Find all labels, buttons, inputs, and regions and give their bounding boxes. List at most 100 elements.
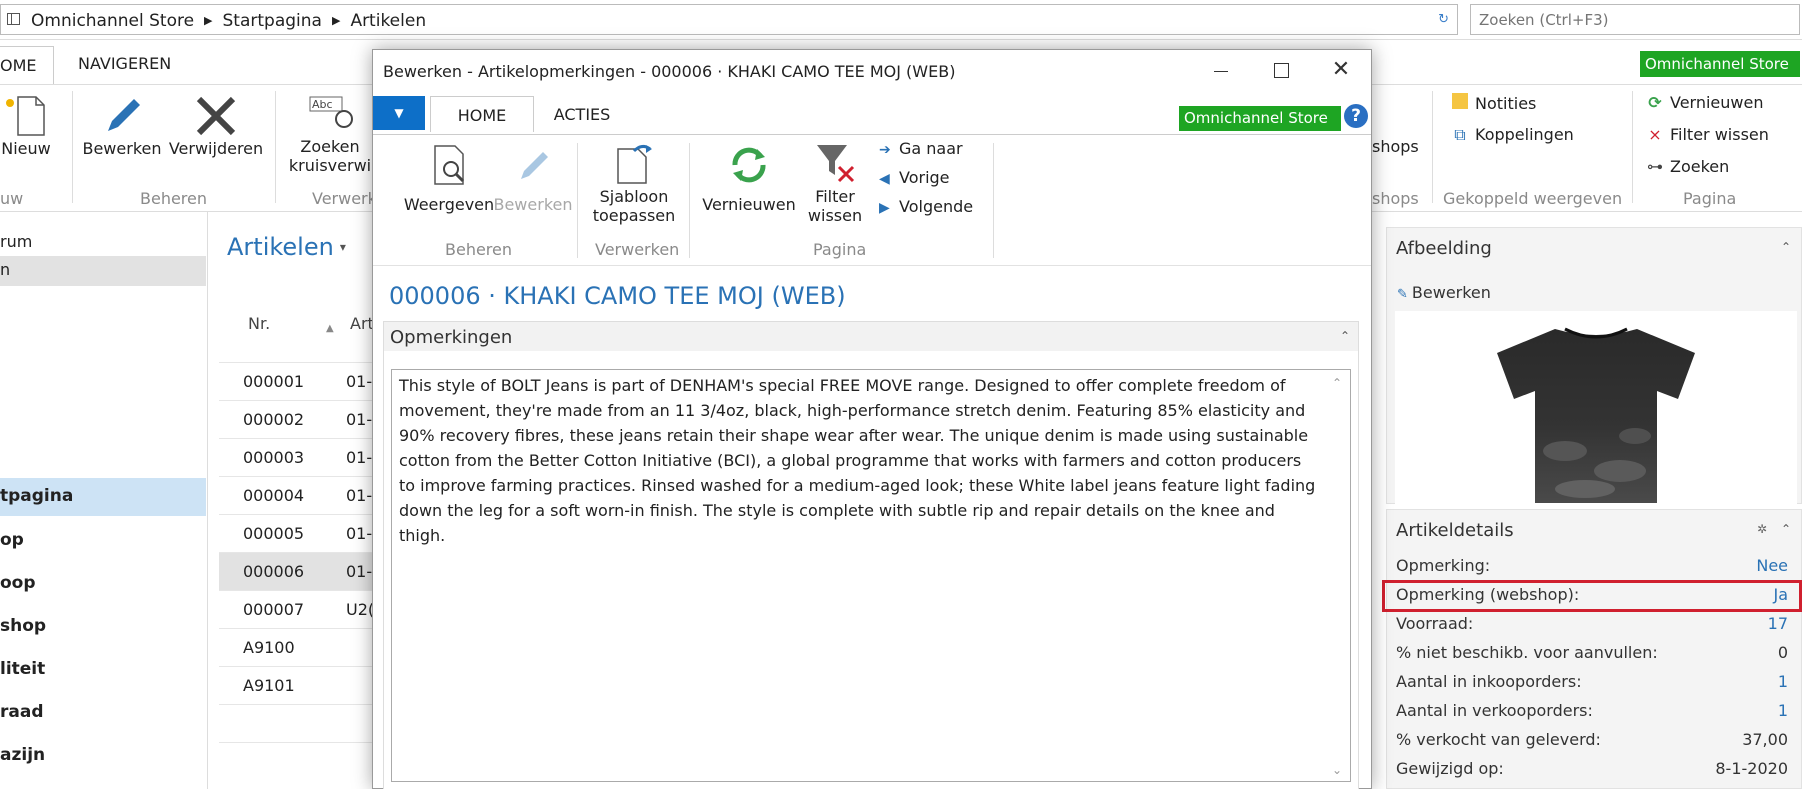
brand-badge: Omnichannel Store <box>1179 106 1341 131</box>
find-crossref-button[interactable]: Abc Zoeken kruisverwi <box>288 93 372 175</box>
table-row[interactable]: A9101 <box>219 666 379 704</box>
clear-filter-button[interactable]: Filter wissen <box>801 141 869 225</box>
refresh-button[interactable]: ⟳ Vernieuwen <box>1645 93 1763 112</box>
clear-filter-icon <box>817 145 855 183</box>
image-edit-link[interactable]: ✎ Bewerken <box>1397 283 1491 302</box>
collapse-icon[interactable]: ⌃ <box>1781 240 1791 254</box>
table-row[interactable]: 000001 01- <box>219 362 379 400</box>
sort-ascending-icon: ▲ <box>326 323 334 334</box>
find-page-label: Zoeken <box>1670 157 1730 176</box>
new-document-icon <box>6 96 45 136</box>
detail-value: 8-1-2020 <box>1715 759 1788 778</box>
notes-button[interactable]: Notities <box>1450 93 1536 113</box>
detail-row: Aantal in inkooporders: 1 <box>1396 668 1794 696</box>
search-box[interactable] <box>1470 4 1800 35</box>
goto-label: Ga naar <box>899 139 963 158</box>
edit-remarks-dialog: Bewerken - Artikelopmerkingen - 000006 ·… <box>372 49 1372 789</box>
nav-item[interactable]: n <box>0 256 206 286</box>
app-menu-button[interactable]: ▼ <box>373 96 425 130</box>
remarks-textarea[interactable]: This style of BOLT Jeans is part of DENH… <box>391 369 1351 782</box>
minimize-button[interactable] <box>1191 53 1251 87</box>
links-label: Koppelingen <box>1475 125 1574 144</box>
tab-acties[interactable]: ACTIES <box>537 105 627 124</box>
delete-button[interactable]: Verwijderen <box>168 93 264 158</box>
cell-nr: A9100 <box>243 638 295 657</box>
image-factbox: Afbeelding ⌃ ✎ Bewerken <box>1386 227 1802 511</box>
edit-button-disabled[interactable]: Bewerken <box>485 143 581 214</box>
nav-item[interactable]: oop <box>0 569 206 599</box>
highlight-box <box>1382 580 1802 612</box>
triangle-left-icon: ◀ <box>879 171 890 187</box>
detail-row: Voorraad: 17 <box>1396 610 1794 638</box>
breadcrumb-item-store[interactable]: Omnichannel Store <box>31 11 194 31</box>
nav-item[interactable]: azijn <box>0 741 206 771</box>
detail-value-link[interactable]: 1 <box>1778 672 1788 691</box>
apply-template-label-1: Sjabloon <box>599 187 669 206</box>
table-row[interactable]: 000005 01- <box>219 514 379 552</box>
nav-item[interactable]: raad <box>0 698 206 728</box>
column-header-art[interactable]: Art <box>350 314 374 333</box>
breadcrumb-item-startpagina[interactable]: Startpagina <box>223 11 322 31</box>
nav-item[interactable]: shop <box>0 612 206 642</box>
search-input[interactable] <box>1471 5 1799 34</box>
detail-value-link[interactable]: 1 <box>1778 701 1788 720</box>
group-label-manage: Beheren <box>445 240 513 259</box>
group-label-process: Verwerk <box>312 189 377 208</box>
edit-button[interactable]: Bewerken <box>82 93 162 158</box>
links-button[interactable]: ⧉ Koppelingen <box>1450 125 1574 145</box>
divider <box>689 143 690 258</box>
cell-nr: 000004 <box>243 486 305 505</box>
cell-art: 01- <box>346 410 373 429</box>
collapse-icon[interactable]: ⌃ <box>1340 329 1350 343</box>
previous-button[interactable]: ◀ Vorige <box>879 168 950 187</box>
scroll-down-icon[interactable]: ⌄ <box>1332 763 1342 777</box>
webshops-button[interactable]: shops <box>1372 137 1419 156</box>
record-heading: 000006 · KHAKI CAMO TEE MOJ (WEB) <box>389 282 846 310</box>
help-icon[interactable]: ? <box>1344 104 1368 128</box>
clear-filter-button[interactable]: ⨯ Filter wissen <box>1645 125 1769 144</box>
breadcrumb-separator-icon: ▶ <box>204 14 213 27</box>
table-row[interactable]: 000007 U2( <box>219 590 379 628</box>
table-row-empty <box>219 704 379 742</box>
nav-item-startpagina[interactable]: tpagina <box>0 478 206 516</box>
maximize-button[interactable] <box>1251 53 1311 87</box>
detail-value-link[interactable]: Nee <box>1756 556 1788 575</box>
pencil-icon <box>108 99 140 131</box>
cell-nr: 000002 <box>243 410 305 429</box>
table-row[interactable]: 000003 01- <box>219 438 379 476</box>
tab-home[interactable]: HOME <box>430 96 534 132</box>
table-row[interactable]: A9100 <box>219 628 379 666</box>
table-row-selected[interactable]: 000006 01- <box>219 552 379 590</box>
column-header-nr[interactable]: Nr. <box>248 314 270 333</box>
close-button[interactable]: ✕ <box>1311 53 1371 87</box>
apply-template-button[interactable]: Sjabloon toepassen <box>589 141 679 225</box>
pencil-icon: ✎ <box>1397 287 1408 302</box>
tab-home[interactable]: OME <box>0 46 54 84</box>
detail-value-link[interactable]: 17 <box>1768 614 1788 633</box>
tshirt-image <box>1497 327 1695 503</box>
breadcrumb-box[interactable]: Omnichannel Store ▶ Startpagina ▶ Artikelen … <box>0 4 1458 35</box>
new-button[interactable]: Nieuw <box>0 93 52 158</box>
cell-art: 01- <box>346 524 373 543</box>
image-factbox-title: Afbeelding <box>1396 238 1492 259</box>
table-row[interactable]: 000002 01- <box>219 400 379 438</box>
find-button[interactable]: ⊶ Zoeken <box>1645 157 1729 176</box>
table-row[interactable]: 000004 01- <box>219 476 379 514</box>
nav-item[interactable]: rum <box>0 228 206 258</box>
refresh-icon[interactable]: ↻ <box>1438 12 1449 27</box>
goto-button[interactable]: ➔ Ga naar <box>879 139 963 158</box>
nav-item[interactable]: op <box>0 526 206 556</box>
nav-item[interactable]: liteit <box>0 655 206 685</box>
view-document-icon <box>434 145 465 185</box>
tab-navigeren[interactable]: NAVIGEREN <box>78 54 171 73</box>
next-button[interactable]: ▶ Volgende <box>879 197 973 216</box>
refresh-button[interactable]: Vernieuwen <box>699 143 799 214</box>
breadcrumb-item-artikelen[interactable]: Artikelen <box>350 11 426 31</box>
remarks-section-header[interactable]: Opmerkingen ⌃ <box>383 321 1359 351</box>
apply-template-label-2: toepassen <box>592 206 676 225</box>
settings-icon[interactable]: ✲ <box>1757 522 1767 536</box>
image-edit-label: Bewerken <box>1411 283 1491 302</box>
scroll-up-icon[interactable]: ⌃ <box>1332 376 1342 390</box>
collapse-icon[interactable]: ⌃ <box>1781 522 1791 536</box>
list-title[interactable]: Artikelen ▾ <box>227 233 346 261</box>
